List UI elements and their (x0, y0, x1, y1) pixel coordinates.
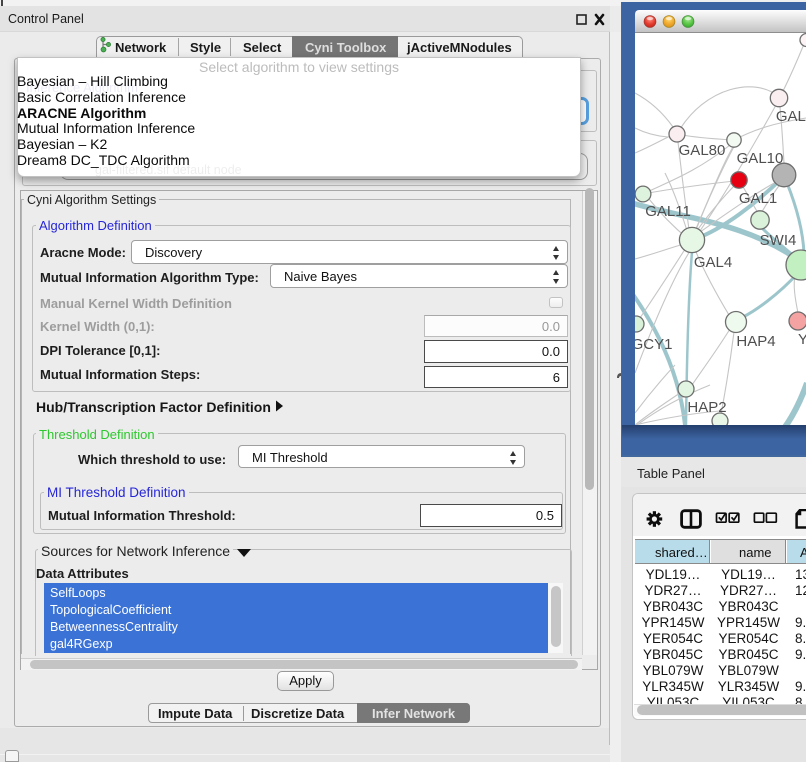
svg-text:GAL11: GAL11 (645, 203, 691, 220)
svg-text:HAP4: HAP4 (736, 333, 775, 350)
svg-text:GCY1: GCY1 (635, 336, 672, 353)
svg-text:GAL80: GAL80 (679, 142, 726, 159)
svg-text:GAL4: GAL4 (694, 254, 732, 271)
svg-text:HAP2: HAP2 (687, 399, 726, 416)
svg-text:SWI4: SWI4 (760, 232, 797, 249)
svg-text:Y: Y (798, 331, 806, 348)
svg-text:GAL2: GAL2 (776, 108, 806, 125)
svg-text:GAL10: GAL10 (737, 150, 784, 167)
svg-text:GAL1: GAL1 (739, 190, 777, 207)
